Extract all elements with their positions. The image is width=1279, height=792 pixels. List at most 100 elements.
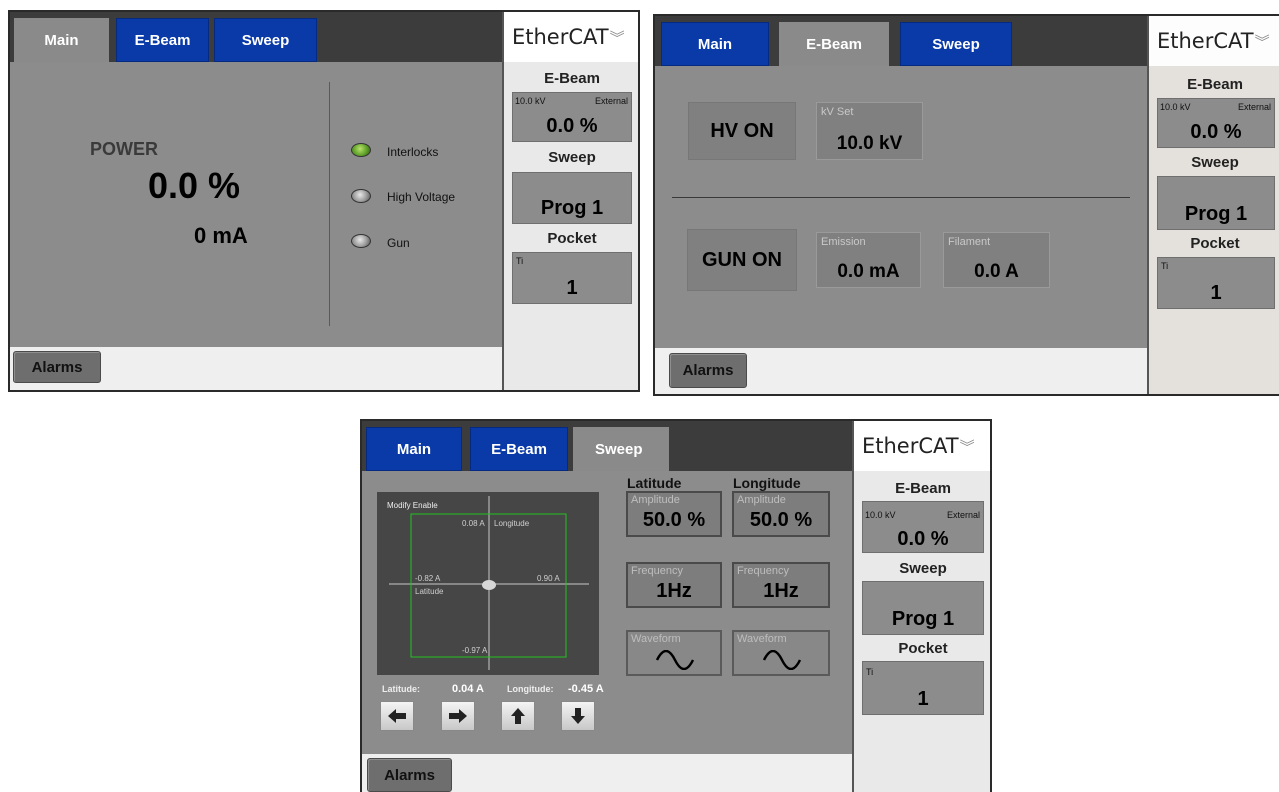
longitude-frequency-value: 1Hz (763, 580, 799, 602)
latitude-frequency-value: 1Hz (656, 580, 692, 602)
tab-main[interactable]: Main (366, 427, 462, 471)
latitude-group-title: Latitude (627, 475, 682, 491)
move-down-button[interactable] (561, 701, 595, 731)
high-voltage-label: High Voltage (387, 190, 456, 204)
sweep-value: Prog 1 (1184, 203, 1248, 225)
longitude-amplitude-value: 50.0 % (749, 509, 813, 531)
pocket-title: Pocket (898, 640, 948, 657)
hv-on-button[interactable]: HV ON (688, 102, 796, 160)
move-right-button[interactable] (441, 701, 475, 731)
arrow-right-icon (449, 709, 467, 723)
tab-main[interactable]: Main (14, 18, 109, 62)
emission-label: Emission (821, 236, 866, 248)
gun-on-button[interactable]: GUN ON (687, 229, 797, 291)
filament-value: 0.0 A (974, 261, 1019, 282)
main-screen-panel: Main E-Beam Sweep POWER 0.0 % 0 mA Inter… (8, 10, 640, 392)
tab-bar: Main E-Beam Sweep (655, 16, 1147, 66)
kv-set-value: 10.0 kV (836, 133, 903, 154)
pocket-title: Pocket (1190, 235, 1240, 252)
ebeam-kv: 10.0 kV (865, 510, 896, 520)
power-current: 0 mA (194, 223, 248, 248)
pocket-material: Ti (516, 256, 524, 266)
emission-field: Emission 0.0 mA (816, 232, 921, 288)
ebeam-value: 0.0 % (546, 115, 598, 137)
longitude-frequency-label: Frequency (737, 565, 789, 577)
latitude-waveform-button[interactable]: Waveform (626, 630, 722, 676)
sweep-title: Sweep (1191, 154, 1239, 171)
tab-ebeam[interactable]: E-Beam (116, 18, 209, 62)
high-voltage-led-icon (351, 189, 371, 203)
sweep-value: Prog 1 (540, 197, 604, 219)
kv-set-field[interactable]: kV Set 10.0 kV (816, 102, 923, 160)
longitude-amplitude-label: Amplitude (737, 494, 786, 506)
ethercat-logo: EtherCAT ︾ (1149, 16, 1279, 66)
tab-ebeam[interactable]: E-Beam (779, 22, 889, 66)
sweep-plot-graphic (389, 496, 589, 670)
latitude-frequency-field[interactable]: Frequency 1Hz (626, 562, 722, 608)
pocket-value: 1 (566, 277, 578, 299)
ebeam-status-box: 10.0 kV External 0.0 % (1157, 98, 1275, 148)
sweep-title: Sweep (548, 149, 596, 166)
chevron-double-down-icon: ︾ (609, 28, 625, 47)
ebeam-kv: 10.0 kV (1160, 102, 1191, 112)
latitude-amplitude-label: Amplitude (631, 494, 680, 506)
ebeam-value: 0.0 % (1190, 121, 1242, 143)
sine-wave-icon (762, 650, 802, 670)
move-up-button[interactable] (501, 701, 535, 731)
plot-bottom-value: -0.97 A (462, 646, 488, 655)
plot-left-value: -0.82 A (415, 574, 441, 583)
sweep-status-box: Prog 1 (862, 581, 984, 635)
sidebar: EtherCAT ︾ E-Beam 10.0 kV External 0.0 % … (1147, 16, 1279, 394)
longitude-frequency-field[interactable]: Frequency 1Hz (732, 562, 830, 608)
sweep-status-box: Prog 1 (1157, 176, 1275, 230)
ethercat-logo-text: EtherCAT (512, 25, 609, 49)
separator (672, 197, 1130, 198)
interlocks-label: Interlocks (387, 145, 439, 159)
interlocks-led-icon (351, 143, 371, 157)
emission-value: 0.0 mA (837, 261, 900, 282)
pocket-value: 1 (917, 688, 929, 710)
latitude-readout-value: 0.04 A (452, 683, 485, 695)
ebeam-value: 0.0 % (897, 528, 949, 550)
sweep-title: Sweep (899, 560, 947, 577)
divider (329, 82, 330, 326)
pocket-status-box: Ti 1 (1157, 257, 1275, 309)
move-left-button[interactable] (380, 701, 414, 731)
main-content: POWER 0.0 % 0 mA Interlocks High Voltage… (10, 62, 502, 347)
latitude-frequency-label: Frequency (631, 565, 683, 577)
sweep-plot[interactable]: Modify Enable 0.08 A Longitude -0.82 A L… (377, 492, 599, 675)
longitude-group-title: Longitude (733, 475, 801, 491)
longitude-amplitude-field[interactable]: Amplitude 50.0 % (732, 491, 830, 537)
ethercat-logo-text: EtherCAT (862, 434, 959, 458)
kv-set-label: kV Set (821, 106, 854, 118)
latitude-readout-label: Latitude: (382, 684, 420, 694)
sweep-screen-panel: Main E-Beam Sweep Modify Enable 0.08 A L… (360, 419, 992, 792)
pocket-material: Ti (866, 667, 874, 677)
tab-bar: Main E-Beam Sweep (10, 12, 502, 62)
alarms-button[interactable]: Alarms (669, 353, 747, 388)
pocket-title: Pocket (547, 230, 597, 247)
alarms-button[interactable]: Alarms (367, 758, 452, 792)
tab-sweep[interactable]: Sweep (214, 18, 317, 62)
pocket-status-box: Ti 1 (512, 252, 632, 304)
tab-ebeam[interactable]: E-Beam (470, 427, 568, 471)
sidebar: EtherCAT ︾ E-Beam 10.0 kV External 0.0 % … (852, 421, 990, 792)
tab-sweep[interactable]: Sweep (900, 22, 1012, 66)
plot-right-value: 0.90 A (537, 574, 560, 583)
sine-wave-icon (655, 650, 695, 670)
longitude-waveform-button[interactable]: Waveform (732, 630, 830, 676)
ethercat-logo: EtherCAT ︾ (504, 12, 638, 62)
alarms-button[interactable]: Alarms (13, 351, 101, 383)
latitude-amplitude-field[interactable]: Amplitude 50.0 % (626, 491, 722, 537)
ebeam-content: HV ON kV Set 10.0 kV GUN ON Emission 0.0… (655, 66, 1147, 348)
ebeam-title: E-Beam (1187, 76, 1243, 93)
modify-enable-label[interactable]: Modify Enable (387, 501, 438, 510)
tab-bar: Main E-Beam Sweep (362, 421, 852, 471)
plot-longitude-axis-label: Longitude (494, 519, 530, 528)
chevron-double-down-icon: ︾ (959, 437, 975, 456)
gun-led-icon (351, 234, 371, 248)
ebeam-mode: External (1237, 102, 1271, 112)
tab-sweep[interactable]: Sweep (573, 427, 669, 471)
tab-main[interactable]: Main (661, 22, 769, 66)
latitude-waveform-label: Waveform (631, 633, 681, 645)
